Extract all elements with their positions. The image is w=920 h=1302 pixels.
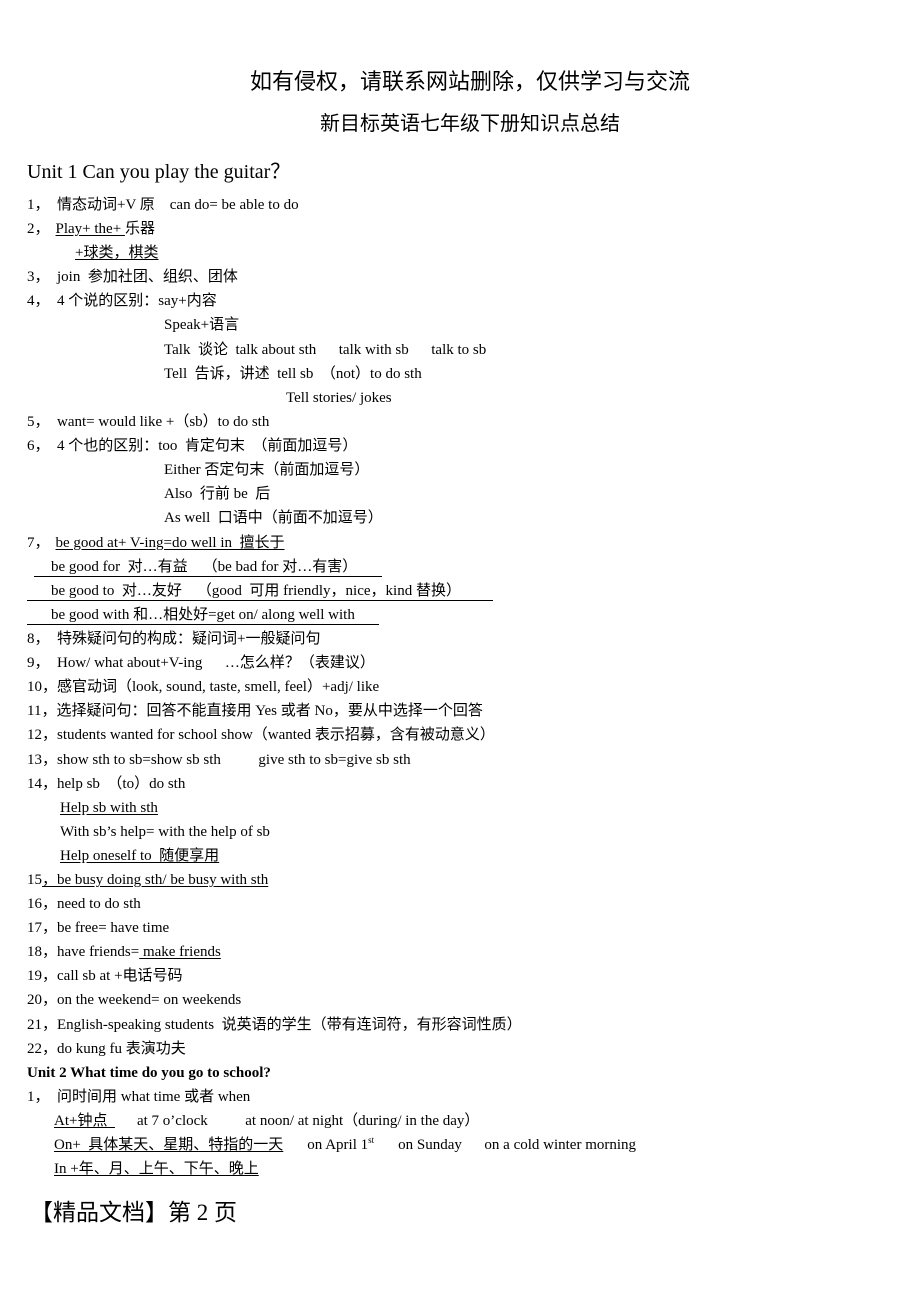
item-11: 11，选择疑问句：回答不能直接用 Yes 或者 No，要从中选择一个回答	[27, 703, 483, 719]
item-19: 19，call sb at +电话号码	[27, 968, 183, 984]
unit1-heading: Unit 1 Can you play the guitar？	[27, 161, 291, 183]
be-good-for: be good for 对…有益 （be bad for 对…有害）	[34, 558, 382, 577]
unit2-heading: Unit 2 What time do you go to school?	[27, 1065, 271, 1081]
unit2-on-line: On+ 具体某天、星期、特指的一天 on April 1st on Sunday o…	[54, 1136, 636, 1154]
item-14-help-with: Help sb with sth	[60, 800, 158, 816]
item-10: 10，感官动词（look, sound, taste, smell, feel）…	[27, 679, 380, 695]
item-number: 2，	[27, 221, 50, 237]
item-16: 16，need to do sth	[27, 896, 141, 912]
unit2-item-1: 1， 问时间用 what time 或者 when	[27, 1089, 251, 1105]
instrument-text: 乐器	[124, 221, 155, 237]
item-4: 4， 4 个说的区别：say+内容	[27, 293, 217, 309]
item-4-speak: Speak+语言	[164, 317, 240, 333]
make-friends: make friends	[139, 944, 221, 960]
have-friends: 18，have friends=	[27, 944, 140, 960]
at-clock: At+钟点	[54, 1113, 115, 1129]
document-title: 新目标英语七年级下册知识点总结	[320, 113, 620, 135]
ordinal-suffix: st	[368, 1135, 375, 1145]
at-examples: at 7 o’clock at noon/ at night（during/ i…	[136, 1113, 480, 1129]
item-5: 5， want= would like +（sb）to do sth	[27, 414, 270, 430]
item-21: 21，English-speaking students 说英语的学生（带有连词…	[27, 1017, 522, 1033]
item-17: 17，be free= have time	[27, 920, 170, 936]
unit2-at-line: At+钟点 at 7 o’clock at noon/ at night（dur…	[54, 1112, 479, 1130]
be-busy: ，be busy doing sth/ be busy with sth	[42, 872, 269, 888]
item-18: 18，have friends= make friends	[27, 943, 221, 961]
item-4-tell: Tell 告诉，讲述 tell sb （not）to do sth	[164, 366, 422, 382]
item-2-ball-games: +球类，棋类	[75, 245, 159, 261]
unit2-in-line: In +年、月、上午、下午、晚上	[54, 1161, 259, 1177]
be-good-with: be good with 和…相处好=get on/ along well wi…	[27, 606, 379, 625]
item-22: 22，do kung fu 表演功夫	[27, 1041, 186, 1057]
item-6-either: Either 否定句末（前面加逗号）	[164, 462, 370, 478]
on-examples: on Sunday on a cold winter morning	[398, 1137, 637, 1153]
page-footer: 【精品文档】第 2 页	[30, 1200, 237, 1225]
item-number: 7，	[27, 535, 50, 551]
item-number: 15	[27, 872, 42, 888]
on-day: On+ 具体某天、星期、特指的一天	[54, 1137, 284, 1153]
item-4-tell-stories: Tell stories/ jokes	[286, 390, 392, 406]
play-the-text: Play+ the+	[55, 221, 125, 237]
item-14-help-oneself: Help oneself to 随便享用	[60, 848, 220, 864]
item-6: 6， 4 个也的区别：too 肯定句末 （前面加逗号）	[27, 438, 358, 454]
item-7: 7， be good at+ V-ing=do well in 擅长于	[27, 534, 285, 552]
item-4-talk: Talk 谈论 talk about sth talk with sb talk…	[164, 342, 487, 358]
item-14: 14，help sb （to）do sth	[27, 776, 186, 792]
item-3: 3， join 参加社团、组织、团体	[27, 269, 238, 285]
item-14-with-help: With sb’s help= with the help of sb	[60, 824, 270, 840]
item-1: 1， 情态动词+V 原 can do= be able to do	[27, 197, 299, 213]
be-good-to: be good to 对…友好 （good 可用 friendly，nice，k…	[27, 582, 493, 601]
item-13: 13，show sth to sb=show sb sth give sth t…	[27, 752, 411, 768]
item-6-also: Also 行前 be 后	[164, 486, 271, 502]
on-april: on April 1	[307, 1137, 369, 1153]
item-20: 20，on the weekend= on weekends	[27, 992, 242, 1008]
item-6-as-well: As well 口语中（前面不加逗号）	[164, 510, 383, 526]
watermark-notice: 如有侵权，请联系网站删除，仅供学习与交流	[249, 69, 690, 94]
be-good-at: be good at+ V-ing=do well in 擅长于	[55, 535, 285, 551]
item-12: 12，students wanted for school show（wante…	[27, 727, 495, 743]
item-15: 15，be busy doing sth/ be busy with sth	[27, 871, 268, 889]
item-8: 8， 特殊疑问句的构成：疑问词+一般疑问句	[27, 631, 321, 647]
item-2: 2， Play+ the+ 乐器	[27, 220, 155, 238]
item-9: 9， How/ what about+V-ing …怎么样？（表建议）	[27, 655, 375, 671]
